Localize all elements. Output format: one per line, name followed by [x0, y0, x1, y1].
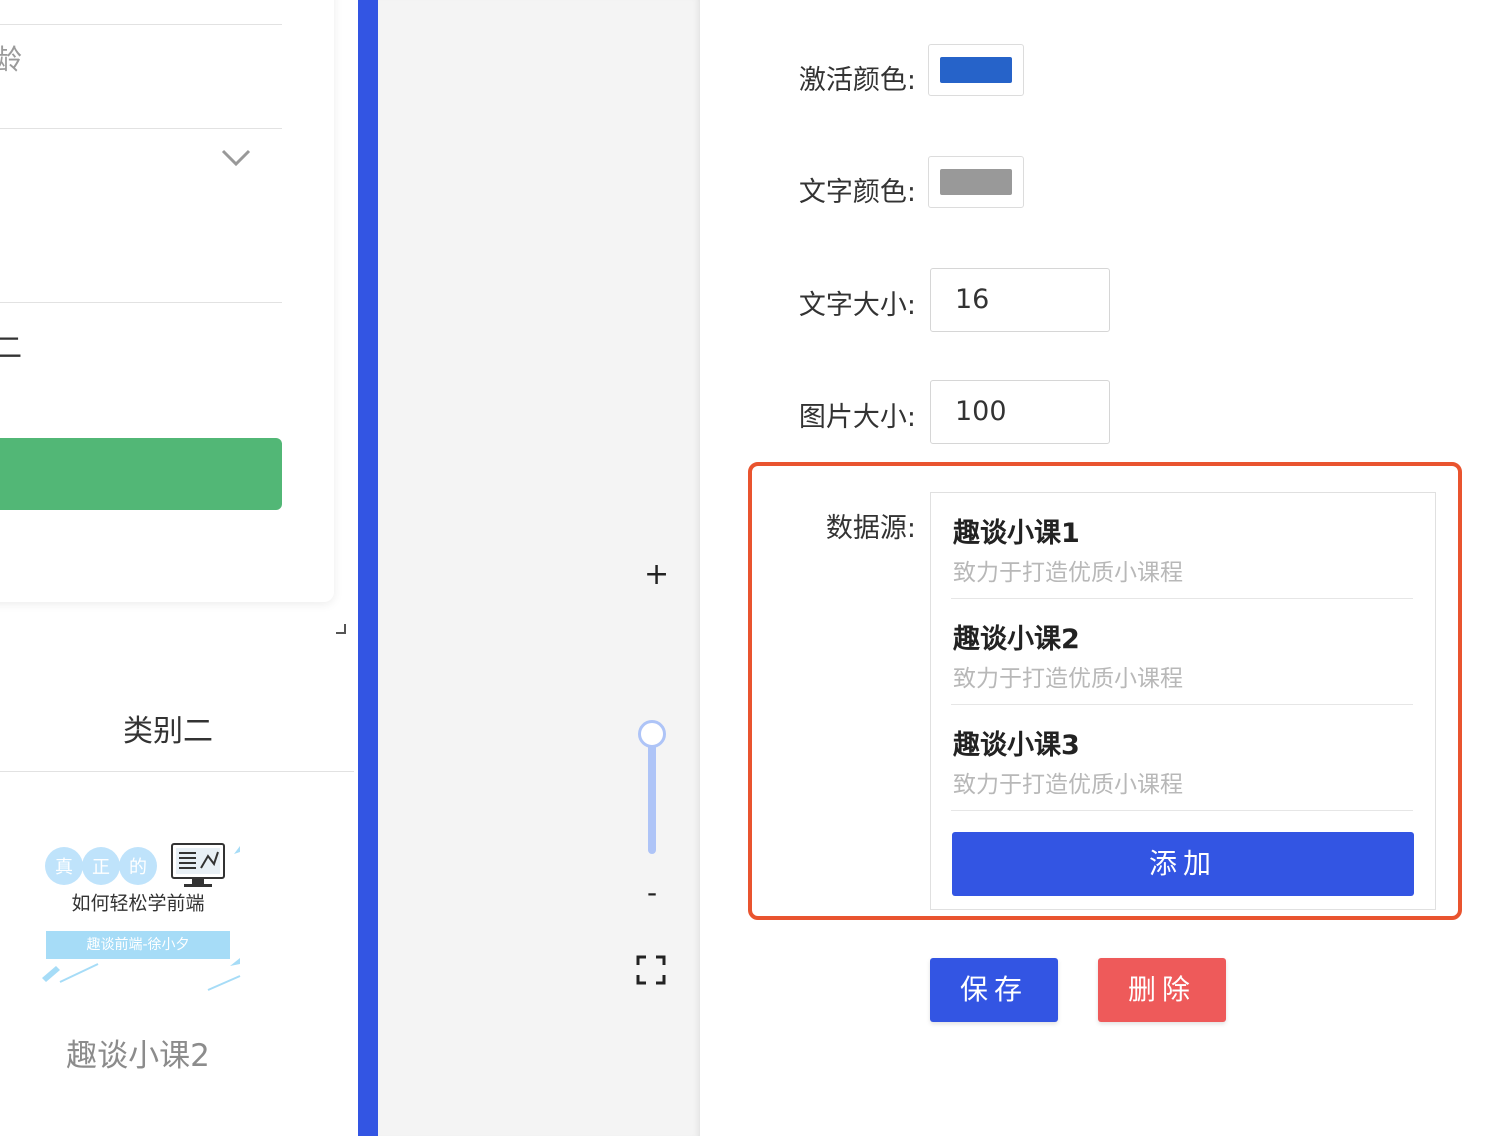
course-name: 趣谈小课2 — [66, 1038, 210, 1074]
datasource-label: 数据源: — [825, 513, 916, 544]
delete-button[interactable]: 删除 — [1098, 958, 1226, 1022]
add-button[interactable]: 添加 — [952, 832, 1414, 896]
form-preview-card: 年龄 项二 交 — [0, 0, 334, 602]
font-size-input[interactable]: 16 — [930, 268, 1110, 332]
active-color-picker[interactable] — [928, 44, 1024, 96]
thumb-bubble: 的 — [129, 857, 147, 878]
zoom-out-button[interactable]: - — [641, 878, 663, 908]
list-item-title: 趣谈小课1 — [953, 518, 1080, 549]
chevron-down-icon[interactable] — [220, 148, 252, 172]
list-item[interactable]: 趣谈小课2 致力于打造优质小课程 — [951, 599, 1413, 705]
properties-panel: 激活颜色: 文字颜色: 文字大小: 16 图片大小: 100 数据源: 趣谈小课… — [700, 0, 1498, 1136]
save-button[interactable]: 保存 — [930, 958, 1058, 1022]
font-size-label: 文字大小: — [798, 290, 916, 321]
image-size-label: 图片大小: — [798, 402, 916, 433]
thumb-bubble: 真 — [55, 857, 73, 878]
resize-handle-icon[interactable] — [336, 624, 346, 634]
text-color-picker[interactable] — [928, 156, 1024, 208]
option-label[interactable]: 项二 — [0, 326, 22, 366]
zoom-in-button[interactable]: + — [644, 560, 669, 590]
list-item-desc: 致力于打造优质小课程 — [953, 772, 1183, 798]
image-size-input[interactable]: 100 — [930, 380, 1110, 444]
fullscreen-icon[interactable] — [636, 955, 666, 989]
course-thumbnail[interactable]: 真 正 的 如何轻松学前端 趣谈前端-徐小夕 — [38, 838, 244, 998]
list-item-title: 趣谈小课3 — [953, 730, 1080, 761]
list-item-desc: 致力于打造优质小课程 — [953, 666, 1183, 692]
text-color-swatch — [940, 169, 1012, 195]
category-title: 类别二 — [123, 714, 213, 749]
list-item[interactable]: 趣谈小课3 致力于打造优质小课程 — [951, 705, 1413, 811]
text-color-label: 文字颜色: — [798, 177, 916, 208]
list-item[interactable]: 趣谈小课1 致力于打造优质小课程 — [951, 493, 1413, 599]
active-color-label: 激活颜色: — [798, 65, 916, 96]
active-color-swatch — [940, 57, 1012, 83]
divider — [0, 24, 282, 25]
thumb-headline: 如何轻松学前端 — [71, 893, 204, 915]
divider — [0, 771, 354, 772]
thumb-bubble: 正 — [92, 857, 110, 878]
submit-button[interactable]: 交 — [0, 438, 282, 510]
zoom-slider-handle[interactable] — [638, 720, 666, 748]
monitor-chart-icon — [171, 843, 225, 887]
list-item-desc: 致力于打造优质小课程 — [953, 560, 1183, 586]
thumb-banner: 趣谈前端-徐小夕 — [86, 936, 189, 953]
zoom-slider-track[interactable] — [648, 742, 656, 854]
divider — [0, 128, 282, 129]
divider — [0, 302, 282, 303]
canvas-border — [358, 0, 378, 1136]
preview-canvas: 年龄 项二 交 类别二 真 正 的 — [0, 0, 358, 1136]
age-input-placeholder[interactable]: 年龄 — [0, 38, 22, 78]
list-item-title: 趣谈小课2 — [953, 624, 1080, 655]
